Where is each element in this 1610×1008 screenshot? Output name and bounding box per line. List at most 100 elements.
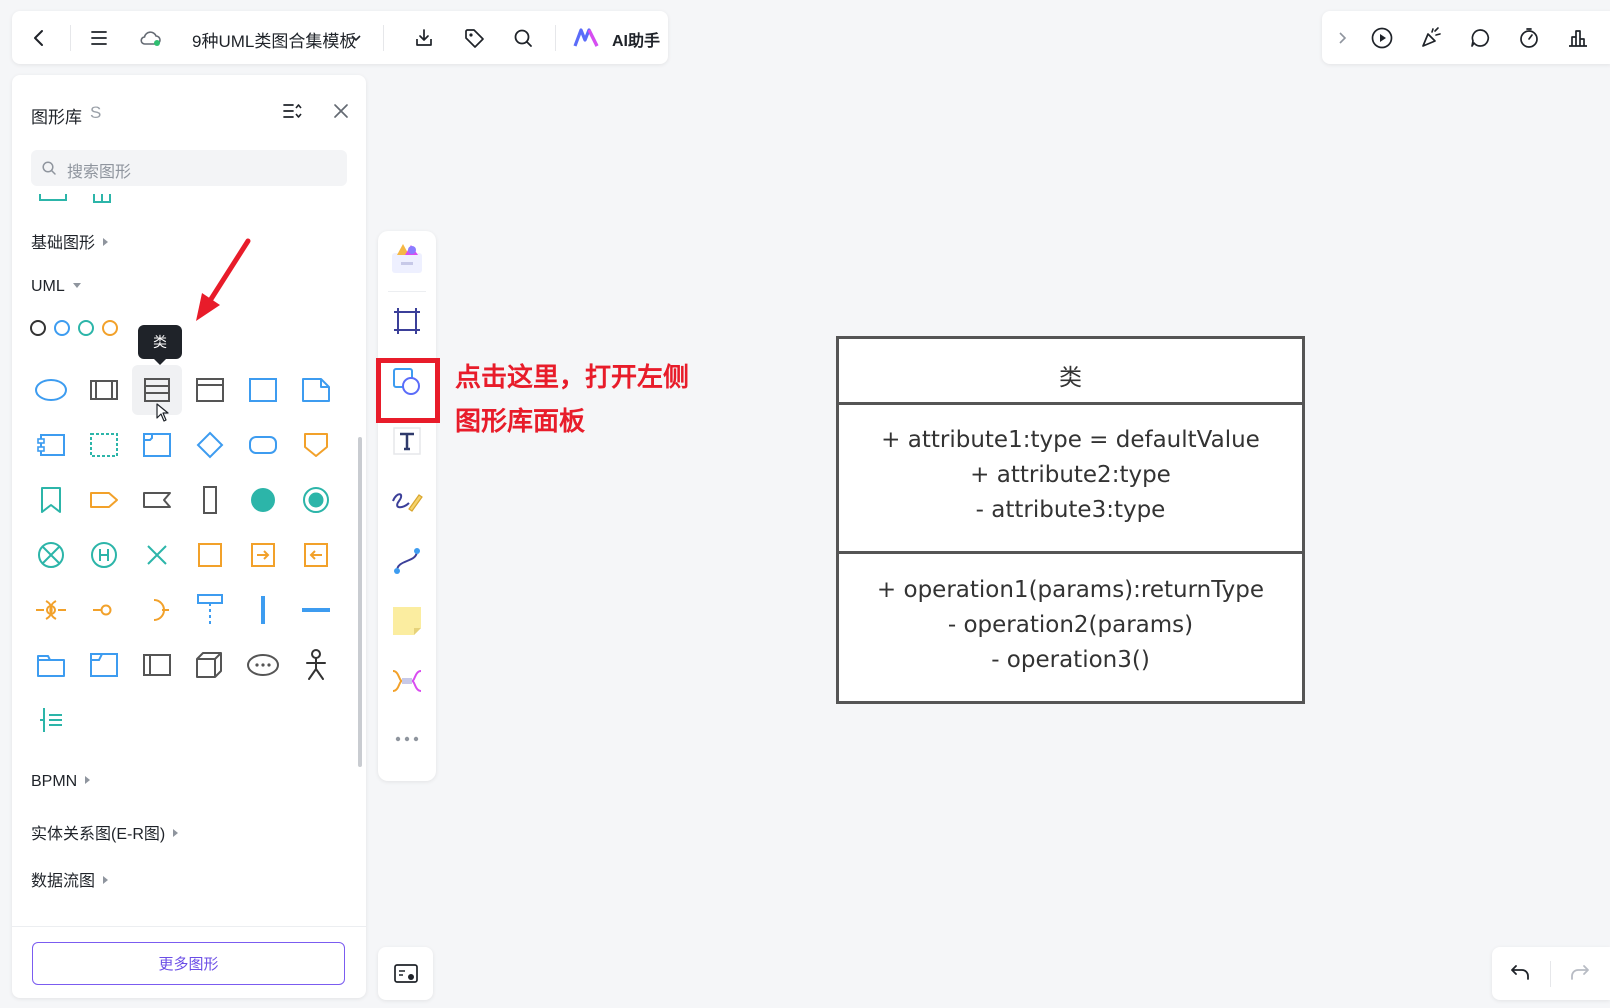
uml-package-shape[interactable] <box>26 640 76 690</box>
back-button[interactable] <box>25 24 53 52</box>
search-shapes-input[interactable]: 搜索图形 <box>31 150 347 186</box>
section-bpmn[interactable]: BPMN <box>31 773 91 791</box>
circle-h-icon <box>91 542 117 568</box>
uml-frame-shape[interactable] <box>132 420 182 470</box>
uml-node-shape[interactable] <box>185 640 235 690</box>
more-tools-button[interactable] <box>387 719 427 759</box>
swatch-teal[interactable] <box>78 320 94 336</box>
socket-icon <box>153 599 169 621</box>
template-button[interactable] <box>387 239 427 279</box>
section-basic-shapes[interactable]: 基础图形 <box>31 229 109 253</box>
panel-hotkey: S <box>90 103 102 122</box>
connector-tool-button[interactable] <box>387 541 427 581</box>
timer-button[interactable] <box>1515 24 1543 52</box>
ai-logo-icon <box>573 28 599 47</box>
attribute-row: + attribute2:type <box>970 462 1171 488</box>
section-data-flow[interactable]: 数据流图 <box>31 867 109 891</box>
text-tool-button[interactable] <box>387 421 427 461</box>
uml-vertical-bar-shape[interactable] <box>238 585 288 635</box>
uml-decision-shape[interactable] <box>185 420 235 470</box>
sticky-note-button[interactable] <box>387 601 427 641</box>
uml-object-shape[interactable] <box>238 365 288 415</box>
filter-button[interactable] <box>281 100 305 124</box>
download-button[interactable] <box>410 24 438 52</box>
uml-bookmark-shape[interactable] <box>26 475 76 525</box>
celebrate-button[interactable] <box>1417 24 1445 52</box>
frame-tool-button[interactable] <box>387 301 427 341</box>
active-class-icon <box>90 380 118 400</box>
uml-actor-shape[interactable] <box>291 640 341 690</box>
collapse-icon <box>72 283 81 288</box>
uml-interface-shape[interactable] <box>185 365 235 415</box>
uml-use-case-shape[interactable] <box>26 365 76 415</box>
expand-icon <box>103 238 109 246</box>
uml-combined-fragment-shape[interactable] <box>26 695 76 745</box>
uml-boundary-shape[interactable] <box>79 420 129 470</box>
download-icon <box>416 29 432 46</box>
close-panel-button[interactable] <box>330 100 354 124</box>
uml-required-interface-shape[interactable] <box>132 585 182 635</box>
operation-row: - operation3() <box>991 647 1150 673</box>
uml-exit-point-shape[interactable] <box>291 530 341 580</box>
uml-package-tab-shape[interactable] <box>79 640 129 690</box>
more-shapes-button[interactable]: 更多图形 <box>32 942 345 985</box>
uml-final-node-shape[interactable] <box>291 475 341 525</box>
template-icon <box>392 244 422 273</box>
swatch-blue[interactable] <box>54 320 70 336</box>
panel-scrollbar[interactable] <box>358 437 362 767</box>
uml-swimlane-shape[interactable] <box>132 640 182 690</box>
cube-icon <box>196 652 222 678</box>
search-button[interactable] <box>509 24 537 52</box>
uml-accept-event-shape[interactable] <box>132 475 182 525</box>
uml-horizontal-bar-shape[interactable] <box>291 585 341 635</box>
more-dots-icon <box>395 736 419 742</box>
chart-button[interactable] <box>1564 24 1592 52</box>
tag-button[interactable] <box>460 24 488 52</box>
uml-history-shape[interactable] <box>79 530 129 580</box>
uml-lifeline-shape[interactable] <box>185 475 235 525</box>
component-icon <box>37 434 65 456</box>
uml-state-shape[interactable] <box>185 530 235 580</box>
chevron-down-icon <box>351 35 361 42</box>
uml-class-diagram[interactable]: 类 + attribute1:type = defaultValue + att… <box>836 336 1305 704</box>
comment-icon <box>1471 29 1490 47</box>
menu-button[interactable] <box>85 24 113 52</box>
uml-initial-node-shape[interactable] <box>238 475 288 525</box>
uml-component-shape[interactable] <box>26 420 76 470</box>
document-title[interactable]: 9种UML类图合集模板 <box>192 27 356 52</box>
collapse-toolbar-button[interactable] <box>1328 24 1356 52</box>
mindmap-button[interactable] <box>387 661 427 701</box>
mindmap-icon <box>392 670 422 692</box>
uml-active-class-shape[interactable] <box>79 365 129 415</box>
uml-signal-shape[interactable] <box>79 475 129 525</box>
uml-partition-shape[interactable] <box>185 585 235 635</box>
uml-entry-point-shape[interactable] <box>238 530 288 580</box>
swatch-dark[interactable] <box>30 320 46 336</box>
timer-icon <box>1520 28 1538 48</box>
undo-button[interactable] <box>1508 960 1536 988</box>
title-dropdown-button[interactable] <box>342 24 370 52</box>
uml-destroy-shape[interactable] <box>132 530 182 580</box>
swatch-orange[interactable] <box>102 320 118 336</box>
uml-action-shape[interactable] <box>238 420 288 470</box>
uml-flow-final-shape[interactable] <box>26 530 76 580</box>
operation-row: + operation1(params):returnType <box>876 577 1265 603</box>
cloud-sync-status[interactable] <box>137 24 165 52</box>
ai-assistant-button[interactable] <box>572 24 600 52</box>
redo-button[interactable] <box>1568 960 1596 988</box>
uml-lollipop-shape[interactable] <box>79 585 129 635</box>
stick-figure-icon <box>306 649 326 680</box>
uml-note-shape[interactable] <box>291 365 341 415</box>
uml-send-signal-shape[interactable] <box>291 420 341 470</box>
present-button[interactable] <box>1368 24 1396 52</box>
minimap-button[interactable] <box>378 947 433 1000</box>
section-uml[interactable]: UML <box>31 278 81 296</box>
uml-provided-interface-shape[interactable] <box>26 585 76 635</box>
comment-button[interactable] <box>1466 24 1494 52</box>
frame-tool-icon <box>394 308 420 334</box>
lollipop-socket-icon <box>36 600 66 620</box>
pen-tool-button[interactable] <box>387 481 427 521</box>
ai-assistant-label[interactable]: AI助手 <box>612 27 660 51</box>
uml-collaboration-shape[interactable] <box>238 640 288 690</box>
section-er-diagram[interactable]: 实体关系图(E-R图) <box>31 820 179 844</box>
